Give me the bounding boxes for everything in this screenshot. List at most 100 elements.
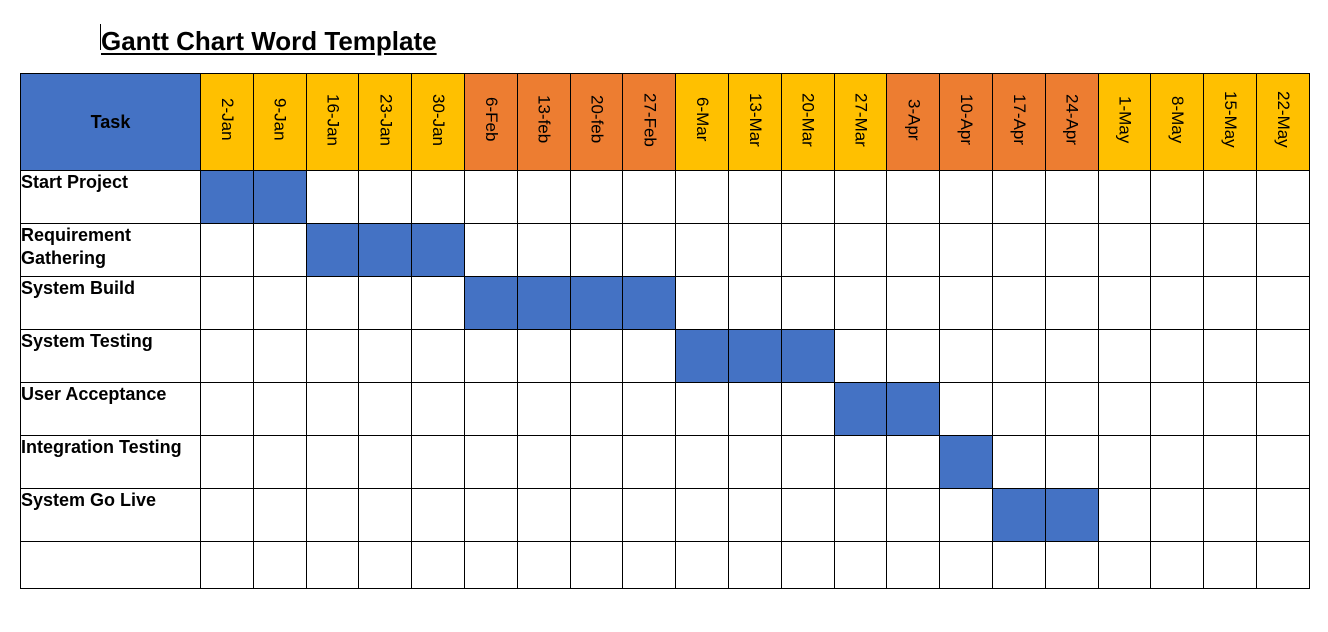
date-label: 15-May [1220, 91, 1240, 148]
date-column-header: 30-Jan [412, 74, 465, 171]
empty-cell [834, 542, 887, 589]
date-label: 3-Apr [903, 99, 923, 141]
empty-cell [359, 489, 412, 542]
date-column-header: 13-feb [517, 74, 570, 171]
empty-cell [1045, 171, 1098, 224]
empty-cell [253, 383, 306, 436]
empty-cell [517, 224, 570, 277]
task-column-header: Task [21, 74, 201, 171]
empty-cell [1256, 330, 1309, 383]
date-column-header: 2-Jan [201, 74, 254, 171]
empty-cell [887, 542, 940, 589]
date-column-header: 15-May [1204, 74, 1257, 171]
empty-cell [676, 224, 729, 277]
empty-cell [1098, 224, 1151, 277]
empty-cell [201, 224, 254, 277]
gantt-table: Task2-Jan9-Jan16-Jan23-Jan30-Jan6-Feb13-… [20, 73, 1310, 589]
empty-cell [306, 171, 359, 224]
empty-cell [1151, 277, 1204, 330]
empty-cell [1204, 436, 1257, 489]
gantt-bar-cell [834, 383, 887, 436]
task-name-cell: User Acceptance [21, 383, 201, 436]
empty-cell [940, 277, 993, 330]
empty-cell [781, 277, 834, 330]
date-label: 8-May [1167, 96, 1187, 143]
empty-cell [1256, 542, 1309, 589]
empty-cell [412, 489, 465, 542]
empty-cell [359, 171, 412, 224]
empty-cell [1151, 383, 1204, 436]
empty-cell [781, 383, 834, 436]
empty-cell [570, 436, 623, 489]
empty-cell [676, 383, 729, 436]
empty-cell [464, 171, 517, 224]
empty-cell [623, 436, 676, 489]
empty-cell [992, 171, 1045, 224]
gantt-bar-cell [253, 171, 306, 224]
task-name-cell: Start Project [21, 171, 201, 224]
gantt-bar-cell [412, 224, 465, 277]
empty-cell [517, 489, 570, 542]
empty-cell [940, 171, 993, 224]
empty-cell [464, 542, 517, 589]
empty-cell [412, 542, 465, 589]
empty-cell [464, 224, 517, 277]
empty-cell [887, 330, 940, 383]
empty-cell [359, 436, 412, 489]
empty-cell [1098, 330, 1151, 383]
date-column-header: 20-Mar [781, 74, 834, 171]
empty-cell [992, 383, 1045, 436]
task-row: User Acceptance [21, 383, 1310, 436]
empty-cell [570, 383, 623, 436]
date-label: 17-Apr [1009, 94, 1029, 145]
empty-cell [1256, 436, 1309, 489]
empty-cell [728, 542, 781, 589]
empty-cell [1098, 489, 1151, 542]
date-column-header: 27-Mar [834, 74, 887, 171]
page: Gantt Chart Word Template Task2-Jan9-Jan… [0, 0, 1328, 609]
empty-cell [201, 277, 254, 330]
empty-cell [517, 171, 570, 224]
date-label: 13-Mar [745, 93, 765, 147]
empty-cell [940, 542, 993, 589]
empty-cell [623, 171, 676, 224]
empty-cell [1204, 330, 1257, 383]
empty-cell [359, 542, 412, 589]
empty-cell [1204, 224, 1257, 277]
empty-cell [1151, 542, 1204, 589]
task-row: Start Project [21, 171, 1310, 224]
empty-cell [992, 224, 1045, 277]
empty-cell [834, 224, 887, 277]
empty-cell [1151, 171, 1204, 224]
gantt-bar-cell [359, 224, 412, 277]
task-row: System Go Live [21, 489, 1310, 542]
task-name-cell: System Testing [21, 330, 201, 383]
date-column-header: 6-Mar [676, 74, 729, 171]
empty-cell [728, 277, 781, 330]
date-label: 1-May [1114, 96, 1134, 143]
empty-cell [201, 542, 254, 589]
empty-cell [834, 489, 887, 542]
empty-cell [623, 330, 676, 383]
empty-cell [517, 330, 570, 383]
empty-cell [1256, 171, 1309, 224]
empty-cell [1151, 330, 1204, 383]
empty-cell [306, 277, 359, 330]
date-column-header: 6-Feb [464, 74, 517, 171]
date-column-header: 8-May [1151, 74, 1204, 171]
empty-cell [253, 489, 306, 542]
empty-cell [1256, 489, 1309, 542]
empty-cell [1098, 383, 1151, 436]
empty-cell [253, 330, 306, 383]
empty-cell [253, 277, 306, 330]
task-row: System Build [21, 277, 1310, 330]
date-column-header: 13-Mar [728, 74, 781, 171]
gantt-bar-cell [464, 277, 517, 330]
date-label: 9-Jan [270, 98, 290, 141]
empty-cell [1204, 171, 1257, 224]
task-row: System Testing [21, 330, 1310, 383]
empty-cell [1151, 489, 1204, 542]
empty-cell [834, 436, 887, 489]
date-column-header: 27-Feb [623, 74, 676, 171]
empty-cell [676, 277, 729, 330]
